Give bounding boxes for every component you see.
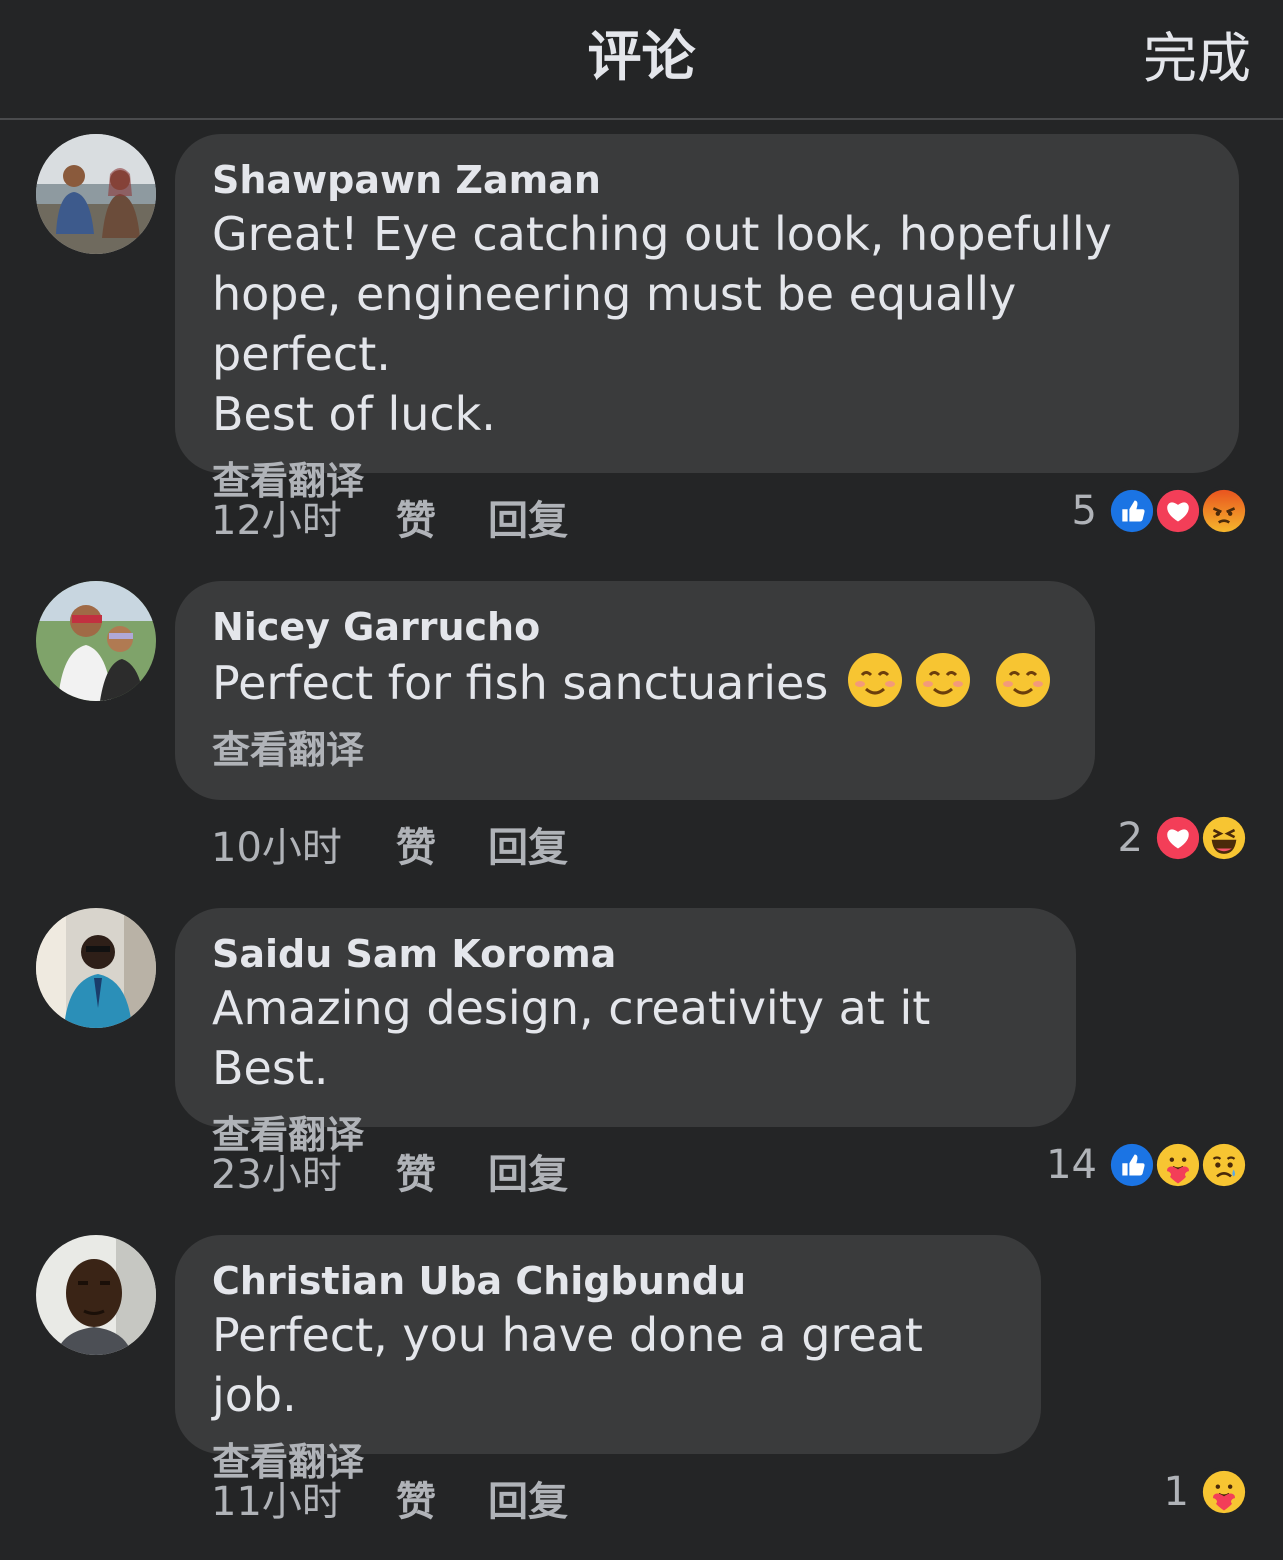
page-title: 评论 bbox=[587, 25, 696, 88]
comment-bubble: Nicey Garrucho Perfect for fish sanctuar… bbox=[175, 581, 1095, 800]
like-button[interactable]: 赞 bbox=[396, 815, 488, 873]
comment-actions: 23小时 赞 回复 bbox=[211, 1142, 568, 1200]
comment-time: 11小时 bbox=[211, 1479, 342, 1525]
reaction-count: 14 bbox=[1046, 1142, 1097, 1188]
reaction-summary[interactable]: 2 bbox=[1118, 813, 1249, 863]
comment-actions: 10小时 赞 回复 bbox=[211, 815, 568, 873]
smiling-face-emoji-icon bbox=[996, 653, 1051, 707]
comment-text: Great! Eye catching out look, hopefully … bbox=[212, 207, 1112, 441]
comment-author[interactable]: Nicey Garrucho bbox=[212, 603, 1059, 651]
avatar[interactable] bbox=[36, 908, 156, 1028]
avatar[interactable] bbox=[36, 1235, 156, 1355]
smiling-face-emoji-icon bbox=[848, 653, 903, 707]
done-button[interactable]: 完成 bbox=[1143, 14, 1251, 93]
comment-bubble: Saidu Sam Koroma Amazing design, creativ… bbox=[175, 908, 1076, 1157]
avatar[interactable] bbox=[36, 134, 156, 254]
comment-text-content: Perfect for fish sanctuaries bbox=[212, 656, 829, 710]
haha-reaction-icon bbox=[1199, 813, 1249, 863]
reply-button[interactable]: 回复 bbox=[488, 488, 568, 546]
like-button[interactable]: 赞 bbox=[396, 1142, 488, 1200]
comment-actions: 11小时 赞 回复 bbox=[211, 1469, 568, 1527]
like-reaction-icon bbox=[1107, 486, 1157, 536]
like-button[interactable]: 赞 bbox=[396, 488, 488, 546]
sad-reaction-icon bbox=[1199, 1140, 1249, 1190]
angry-reaction-icon bbox=[1199, 486, 1249, 536]
reaction-count: 1 bbox=[1163, 1469, 1189, 1515]
reaction-count: 5 bbox=[1071, 488, 1097, 534]
comment-text: Amazing design, creativity at it Best. bbox=[212, 981, 931, 1095]
comment-author[interactable]: Christian Uba Chigbundu bbox=[212, 1257, 1005, 1305]
top-bar: 评论 完成 bbox=[0, 0, 1283, 120]
avatar[interactable] bbox=[36, 581, 156, 701]
reaction-summary[interactable]: 1 bbox=[1164, 1467, 1249, 1517]
like-reaction-icon bbox=[1107, 1140, 1157, 1190]
comment-author[interactable]: Shawpawn Zaman bbox=[212, 156, 1203, 204]
reply-button[interactable]: 回复 bbox=[488, 1142, 568, 1200]
see-translation-link[interactable]: 查看翻译 bbox=[212, 725, 1059, 775]
reaction-summary[interactable]: 14 bbox=[1046, 1140, 1249, 1190]
comment-bubble: Christian Uba Chigbundu Perfect, you hav… bbox=[175, 1235, 1041, 1484]
love-reaction-icon bbox=[1153, 813, 1203, 863]
smiling-face-emoji-icon bbox=[916, 653, 971, 707]
reaction-count: 2 bbox=[1117, 815, 1143, 861]
comment-text: Perfect for fish sanctuaries bbox=[212, 651, 1059, 713]
comment-bubble: Shawpawn Zaman Great! Eye catching out l… bbox=[175, 134, 1239, 503]
love-reaction-icon bbox=[1153, 486, 1203, 536]
reaction-summary[interactable]: 5 bbox=[1072, 486, 1249, 536]
comment-time: 23小时 bbox=[211, 1152, 342, 1198]
care-reaction-icon bbox=[1153, 1140, 1203, 1190]
reply-button[interactable]: 回复 bbox=[488, 1469, 568, 1527]
reply-button[interactable]: 回复 bbox=[488, 815, 568, 873]
like-button[interactable]: 赞 bbox=[396, 1469, 488, 1527]
comment-author[interactable]: Saidu Sam Koroma bbox=[212, 930, 1040, 978]
comment-time: 12小时 bbox=[211, 498, 342, 544]
comment-actions: 12小时 赞 回复 bbox=[211, 488, 568, 546]
care-reaction-icon bbox=[1199, 1467, 1249, 1517]
comment-text: Perfect, you have done a great job. bbox=[212, 1308, 923, 1422]
comment-time: 10小时 bbox=[211, 825, 342, 871]
